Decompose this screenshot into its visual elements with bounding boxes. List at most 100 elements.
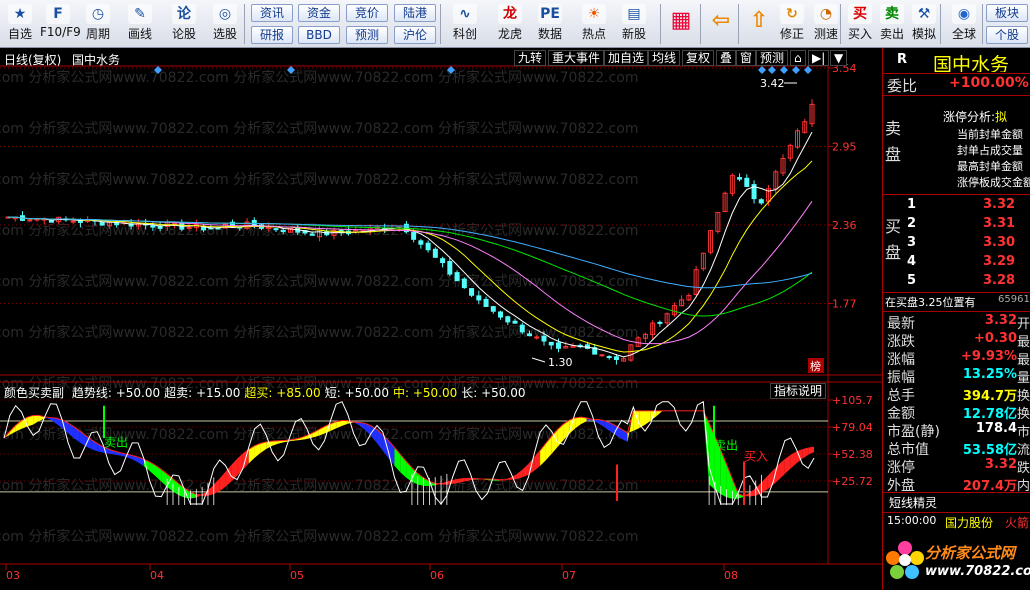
new-stock-icon: ▤ xyxy=(622,4,646,24)
chart-top-button-9[interactable]: ⌂ xyxy=(790,50,806,66)
quote-value: +9.93% xyxy=(961,349,1017,364)
indicator-axis-label: +105.7 xyxy=(832,394,873,407)
month-label: 07 xyxy=(562,569,576,582)
bid-row[interactable]: 2 3.31 xyxy=(883,216,1030,234)
indicator-axis-label: +52.38 xyxy=(832,448,873,461)
sprite-event: 火箭 xyxy=(1005,516,1030,530)
divider xyxy=(883,292,1030,293)
indicator-band-segment xyxy=(522,464,529,478)
toolbar-button-2[interactable]: F F10/F9 xyxy=(40,2,81,46)
toolbar-button-16[interactable]: ⚒ 模拟 xyxy=(906,2,942,46)
toolbar-button-7[interactable]: ∿ 科创 xyxy=(447,2,483,46)
sprite-row[interactable]: 15:00:00 国力股份 火箭 xyxy=(883,514,1030,532)
toolbar-button-9[interactable]: PE 数据 xyxy=(532,2,568,46)
indicator-param: 超买: +85.00 xyxy=(244,386,321,400)
toolbar-button-4[interactable]: ✎ 画线 xyxy=(122,2,158,46)
star-icon: ★ xyxy=(8,4,32,24)
bid-price: 3.32 xyxy=(983,197,1016,212)
chart-area[interactable]: com 分析家公式网www.70822.com 分析家公式网www.70822.… xyxy=(0,48,882,590)
simulate-icon: ⚒ xyxy=(912,4,936,24)
bid-note-row: 在买盘3.25位置有 65961 xyxy=(883,294,1030,312)
toolbar-pill-button[interactable]: 陆港 xyxy=(394,4,436,22)
toolbar-button-13[interactable]: ◔ 测速 xyxy=(808,2,844,46)
quote-label: 涨跌 xyxy=(887,334,915,349)
candle-body xyxy=(432,248,438,258)
candle-body xyxy=(454,272,460,282)
quote-value: 13.25% xyxy=(962,367,1017,382)
toolbar-button-label: 全球 xyxy=(951,27,976,41)
quote-row: 最新 3.32 开 xyxy=(883,313,1030,331)
candle-body xyxy=(548,341,554,346)
candle-body xyxy=(512,320,518,324)
quote-label: 振幅 xyxy=(887,370,915,385)
chart-top-button-5[interactable]: 复权 xyxy=(682,50,715,66)
back-arrow-button[interactable]: ⇦ xyxy=(706,2,736,46)
up-arrow-button[interactable]: ⇧ xyxy=(744,2,774,46)
bid-row[interactable]: 1 3.32 xyxy=(883,197,1030,215)
indicator-param: 超卖: +15.00 xyxy=(164,386,241,400)
quote-row: 涨幅 +9.93% 最 xyxy=(883,349,1030,367)
toolbar-pill-button[interactable]: BBD xyxy=(298,26,340,44)
chart-top-button-1[interactable]: 九转 xyxy=(514,50,547,66)
bid-row[interactable]: 4 3.29 xyxy=(883,254,1030,272)
candle-body xyxy=(744,177,750,187)
sprite-title-row[interactable]: 短线精灵 xyxy=(883,494,1030,512)
bid-row[interactable]: 3 3.30 xyxy=(883,235,1030,253)
chart-top-button-10[interactable]: ▶| xyxy=(808,50,830,66)
bid-row[interactable]: 5 3.28 xyxy=(883,273,1030,291)
toolbar-pill-button[interactable]: 资讯 xyxy=(251,4,293,22)
quote-label: 总市值 xyxy=(887,442,929,457)
indicator-param: 趋势线: +50.00 xyxy=(71,386,161,400)
toolbar-pill-button[interactable]: 研报 xyxy=(251,26,293,44)
candle-body xyxy=(440,258,446,264)
chart-top-button-7[interactable]: 窗 xyxy=(736,50,757,66)
toolbar-button-17[interactable]: ◉ 全球 xyxy=(946,2,982,46)
quote-label: 市盈(静) xyxy=(887,424,940,439)
chart-top-button-6[interactable]: 叠 xyxy=(716,50,737,66)
quote-suffix: 换 xyxy=(1017,407,1030,421)
chart-top-button-2[interactable]: 重大事件 xyxy=(548,50,605,66)
toolbar-button-1[interactable]: ★ 自选 xyxy=(2,2,38,46)
toolbar-button-15[interactable]: 卖卖出 xyxy=(874,2,910,46)
indicator-info-button[interactable]: 指标说明 xyxy=(770,383,827,399)
candle-body xyxy=(613,356,619,361)
chart-top-button-8[interactable]: 预测 xyxy=(756,50,789,66)
panel-stock-name: 国中水务 xyxy=(933,54,1010,72)
toolbar-button-5[interactable]: 论论股 xyxy=(166,2,202,46)
quote-label: 涨停 xyxy=(887,460,915,475)
toolbar-button-10[interactable]: ☀ 热点 xyxy=(576,2,612,46)
limit-analysis-line: 封单占成交量 xyxy=(957,144,1023,157)
toolbar-button-12[interactable]: ↻ 修正 xyxy=(774,2,810,46)
toolbar-pill-button[interactable]: 资金 xyxy=(298,4,340,22)
bid-level: 2 xyxy=(907,216,917,231)
indicator-axis-label: +25.72 xyxy=(832,475,873,488)
quote-value: 3.32 xyxy=(984,313,1017,328)
toolbar-button-3[interactable]: ◷ 周期 xyxy=(80,2,116,46)
toolbar-pill-button[interactable]: 板块 xyxy=(986,4,1028,22)
chart-top-button-3[interactable]: 加自选 xyxy=(604,50,649,66)
toolbar-button-6[interactable]: ◎ 选股 xyxy=(207,2,243,46)
layout-grid-button[interactable]: ▦ xyxy=(666,2,696,46)
sell-icon: 卖 xyxy=(880,4,904,24)
moving-average-line xyxy=(7,160,813,353)
toolbar-pill-button[interactable]: 个股 xyxy=(986,26,1028,44)
limit-analysis-line: 最高封单金额 xyxy=(957,160,1023,173)
kline-chart-svg[interactable]: com 分析家公式网www.70822.com 分析家公式网www.70822.… xyxy=(0,48,882,590)
bid-price: 3.31 xyxy=(983,216,1016,231)
chart-top-button-4[interactable]: 均线 xyxy=(648,50,681,66)
candle-body xyxy=(505,316,511,323)
toolbar-pill-button[interactable]: 竞价 xyxy=(346,4,388,22)
quote-row: 涨跌 +0.30 最 xyxy=(883,331,1030,349)
candle-body xyxy=(469,288,475,296)
toolbar-pill-button[interactable]: 沪伦 xyxy=(394,26,436,44)
panel-letter: R xyxy=(897,52,908,67)
sell-signal-label: 卖出 xyxy=(104,435,128,449)
toolbar-button-11[interactable]: ▤ 新股 xyxy=(616,2,652,46)
chart-top-button-11[interactable]: ▼ xyxy=(830,50,848,66)
toolbar-pill-button[interactable]: 预测 xyxy=(346,26,388,44)
toolbar-button-14[interactable]: 买买入 xyxy=(842,2,878,46)
candle-body xyxy=(70,220,76,223)
price-axis-label: 2.95 xyxy=(832,141,857,154)
toolbar-button-8[interactable]: 龙龙虎 xyxy=(492,2,528,46)
bid-price: 3.28 xyxy=(983,273,1016,288)
